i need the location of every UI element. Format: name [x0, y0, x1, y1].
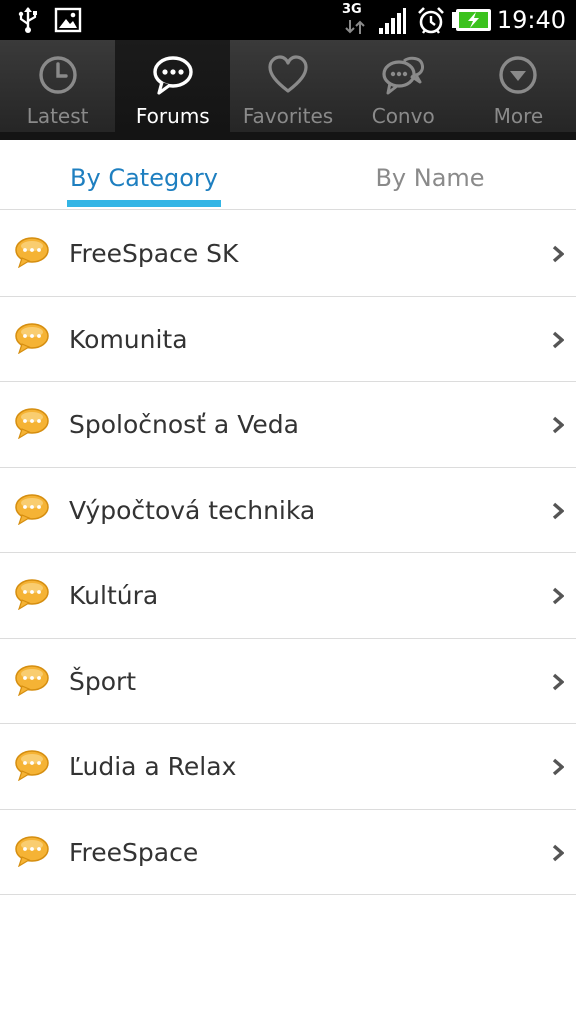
- alarm-icon: [418, 7, 444, 34]
- forum-item-komunita[interactable]: Komunita: [0, 297, 576, 382]
- battery-charging-icon: [452, 9, 491, 31]
- tab-latest-label: Latest: [26, 104, 89, 128]
- forum-item-ludia-a-relax[interactable]: Ľudia a Relax: [0, 724, 576, 810]
- chevron-right-icon: [552, 245, 564, 263]
- speech-bubble-icon: [15, 835, 49, 867]
- speech-bubble-icon: [15, 750, 49, 781]
- clock-time: 19:40: [496, 6, 566, 34]
- forum-item-label: Ľudia a Relax: [69, 752, 237, 781]
- speech-bubble-icon: [15, 664, 49, 696]
- forum-item-label: Šport: [69, 666, 137, 696]
- speech-bubble-icon: [15, 493, 49, 525]
- signal-icon: [379, 8, 406, 34]
- speech-bubble-icon: [15, 408, 49, 439]
- network-type-icon: 3G: [342, 2, 368, 36]
- main-tab-bar: Latest Forums Favorites Convo More: [0, 40, 576, 140]
- forum-item-vypoctova-technika[interactable]: Výpočtová technika: [0, 468, 576, 553]
- tab-more-label: More: [493, 104, 544, 128]
- tab-forums-label: Forums: [135, 104, 210, 128]
- chevron-right-icon: [552, 502, 564, 519]
- tab-more[interactable]: More: [461, 40, 576, 132]
- status-bar: 3G 19:40: [0, 0, 576, 40]
- heart-icon: [268, 55, 308, 93]
- speech-bubble-icon: [15, 237, 49, 268]
- chevron-right-icon: [552, 331, 564, 348]
- conversation-icon: [382, 56, 425, 95]
- chevron-down-circle-icon: [499, 56, 538, 94]
- forum-item-freespace[interactable]: FreeSpace: [0, 810, 576, 895]
- tab-forums[interactable]: Forums: [115, 40, 231, 132]
- speech-bubble-icon: [15, 579, 49, 610]
- tab-by-name[interactable]: By Name: [350, 140, 510, 210]
- tab-convo[interactable]: Convo: [346, 40, 461, 132]
- chevron-right-icon: [552, 416, 564, 434]
- forum-item-label: Výpočtová technika: [69, 495, 316, 525]
- forum-item-label: Komunita: [69, 324, 188, 354]
- speech-bubble-icon: [153, 56, 193, 95]
- speech-bubble-icon: [15, 322, 49, 354]
- forum-item-label: Kultúra: [69, 581, 159, 610]
- chevron-right-icon: [552, 673, 564, 690]
- chevron-right-icon: [552, 587, 564, 605]
- usb-icon: [18, 7, 37, 33]
- chevron-right-icon: [552, 758, 564, 776]
- forum-list: FreeSpace SK Komunita Spoločnosť a Veda …: [0, 211, 576, 895]
- tab-favorites[interactable]: Favorites: [230, 40, 345, 132]
- forum-item-label: FreeSpace: [69, 837, 199, 867]
- image-icon: [54, 7, 82, 33]
- sub-tab-bar: By Category By Name: [0, 140, 576, 210]
- clock-icon: [38, 56, 77, 94]
- forum-item-freespace-sk[interactable]: FreeSpace SK: [0, 211, 576, 297]
- active-tab-indicator: [67, 200, 221, 207]
- forum-item-label: Spoločnosť a Veda: [69, 410, 299, 439]
- forum-item-label: FreeSpace SK: [69, 239, 239, 268]
- tab-bar-shadow: [0, 132, 576, 140]
- forum-item-sport[interactable]: Šport: [0, 639, 576, 724]
- tab-favorites-label: Favorites: [242, 104, 334, 128]
- tab-convo-label: Convo: [371, 104, 435, 128]
- tab-latest[interactable]: Latest: [0, 40, 115, 132]
- forum-item-kultura[interactable]: Kultúra: [0, 553, 576, 639]
- forum-item-spolocnost-a-veda[interactable]: Spoločnosť a Veda: [0, 382, 576, 468]
- chevron-right-icon: [552, 844, 564, 861]
